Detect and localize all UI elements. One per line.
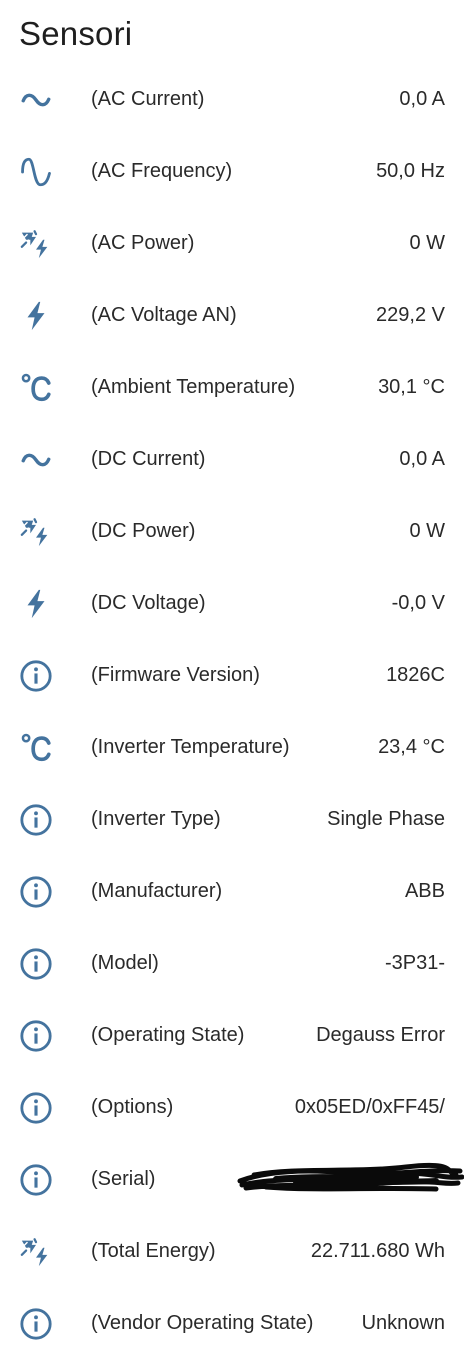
information-outline-icon — [18, 658, 54, 694]
sensor-name: (AC Frequency) — [91, 160, 233, 182]
sensor-row-model[interactable]: (Model) -3P31- — [0, 928, 464, 1000]
sensor-row-manufacturer[interactable]: (Manufacturer) ABB — [0, 856, 464, 928]
sensor-row-ac-current[interactable]: (AC Current) 0,0 A — [0, 64, 464, 136]
information-outline-icon — [18, 1018, 54, 1054]
solar-power-icon — [18, 1234, 54, 1270]
solar-power-icon — [18, 226, 54, 262]
sensor-row-dc-current[interactable]: (DC Current) 0,0 A — [0, 424, 464, 496]
sensor-value: 50,0 Hz — [376, 160, 445, 182]
information-outline-icon — [18, 802, 54, 838]
sensor-row-ambient-temperature[interactable]: (Ambient Temperature) 30,1 °C — [0, 352, 464, 424]
sensor-name: (AC Current) — [91, 88, 205, 110]
information-outline-icon — [18, 1306, 54, 1342]
sensor-row-total-energy[interactable]: (Total Energy) 22.711.680 Wh — [0, 1216, 464, 1288]
sensor-value: 0,0 A — [399, 88, 445, 110]
sensor-row-ac-frequency[interactable]: (AC Frequency) 50,0 Hz — [0, 136, 464, 208]
sensor-row-dc-voltage[interactable]: (DC Voltage) -0,0 V — [0, 568, 464, 640]
temperature-celsius-icon — [18, 370, 54, 406]
current-ac-icon — [18, 82, 54, 118]
temperature-celsius-icon — [18, 730, 54, 766]
sensor-value: Degauss Error — [316, 1024, 445, 1046]
sensor-value: 0 W — [409, 520, 445, 542]
sensor-name: (Ambient Temperature) — [91, 376, 296, 398]
information-outline-icon — [18, 1162, 54, 1198]
sensor-name: (Options) — [91, 1096, 174, 1118]
information-outline-icon — [18, 874, 54, 910]
current-ac-icon — [18, 442, 54, 478]
sensor-value: -0,0 V — [391, 592, 445, 614]
card-title: Sensori — [19, 15, 133, 52]
sensor-value: 0x05ED/0xFF45/ — [294, 1096, 445, 1118]
sensor-value: Unknown — [361, 1312, 445, 1334]
sensor-name: (Vendor Operating State) — [91, 1312, 314, 1334]
sensor-row-dc-power[interactable]: (DC Power) 0 W — [0, 496, 464, 568]
sensors-card: Sensori (AC Current) 0,0 A (AC Frequency… — [0, 0, 464, 1345]
information-outline-icon — [18, 946, 54, 982]
sensor-name: (AC Voltage AN) — [91, 304, 237, 326]
sensor-row-inverter-type[interactable]: (Inverter Type) Single Phase — [0, 784, 464, 856]
sensor-name: (Inverter Temperature) — [91, 736, 290, 758]
sensor-name: (DC Current) — [91, 448, 206, 470]
sensor-name: (Inverter Type) — [91, 808, 221, 830]
sensor-name: (DC Voltage) — [91, 592, 206, 614]
flash-icon — [18, 586, 54, 622]
sensor-value: ABB — [404, 880, 445, 902]
sensor-row-ac-voltage-an[interactable]: (AC Voltage AN) 229,2 V — [0, 280, 464, 352]
sine-wave-icon — [18, 154, 54, 190]
sensor-value: 1826C — [386, 664, 445, 686]
sensor-name: (Firmware Version) — [91, 664, 260, 686]
sensor-name: (Model) — [91, 952, 159, 974]
sensor-name: (Total Energy) — [91, 1240, 216, 1262]
sensor-name: (Serial) — [91, 1168, 156, 1190]
sensor-row-operating-state[interactable]: (Operating State) Degauss Error — [0, 1000, 464, 1072]
sensor-value: 229,2 V — [376, 304, 445, 326]
sensor-name: (Operating State) — [91, 1024, 245, 1046]
redaction-scribble — [236, 1161, 464, 1197]
sensor-value: 30,1 °C — [378, 376, 445, 398]
solar-power-icon — [18, 514, 54, 550]
sensor-row-ac-power[interactable]: (AC Power) 0 W — [0, 208, 464, 280]
sensor-name: (DC Power) — [91, 520, 196, 542]
sensor-value: 0,0 A — [399, 448, 445, 470]
sensor-row-options[interactable]: (Options) 0x05ED/0xFF45/ — [0, 1072, 464, 1144]
sensor-value: 22.711.680 Wh — [310, 1240, 445, 1262]
sensor-row-inverter-temperature[interactable]: (Inverter Temperature) 23,4 °C — [0, 712, 464, 784]
sensor-row-vendor-operating-state[interactable]: (Vendor Operating State) Unknown — [0, 1288, 464, 1360]
sensor-value: Single Phase — [327, 808, 445, 830]
sensor-value: -3P31- — [384, 952, 445, 974]
flash-icon — [18, 298, 54, 334]
sensor-name: (AC Power) — [91, 232, 195, 254]
information-outline-icon — [18, 1090, 54, 1126]
sensor-row-firmware-version[interactable]: (Firmware Version) 1826C — [0, 640, 464, 712]
sensor-name: (Manufacturer) — [91, 880, 223, 902]
sensor-value: 23,4 °C — [378, 736, 445, 758]
sensor-value: 0 W — [409, 232, 445, 254]
